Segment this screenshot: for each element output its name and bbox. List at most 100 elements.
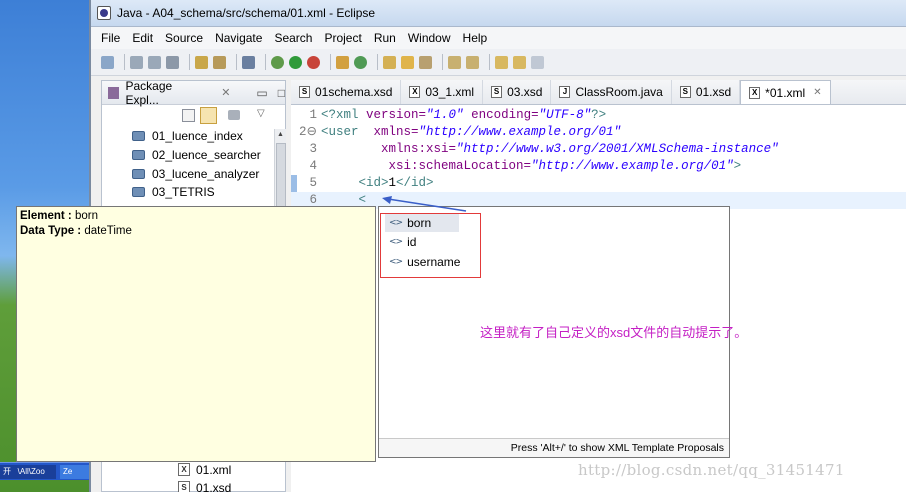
project-folder-icon bbox=[132, 186, 145, 197]
back-icon[interactable] bbox=[495, 55, 508, 69]
line-number: 5 bbox=[309, 176, 317, 190]
tab-01schema-xsd[interactable]: S 01schema.xsd bbox=[291, 80, 402, 104]
annotation-text: 这里就有了自己定义的xsd文件的自动提示了。 bbox=[480, 325, 748, 340]
tooltip-element-label: Element : bbox=[20, 210, 72, 222]
line-number: 1 bbox=[309, 108, 317, 122]
code-line: 5 <id>1</id> bbox=[291, 175, 906, 192]
toolbar-separator bbox=[377, 54, 378, 70]
tree-item-project[interactable]: 01_luence_index bbox=[132, 127, 243, 144]
prev-annotation-icon[interactable] bbox=[466, 55, 479, 69]
tree-item-project[interactable]: 03_lucene_analyzer bbox=[132, 165, 259, 182]
close-tab-icon[interactable]: ✕ bbox=[813, 87, 821, 98]
menu-file[interactable]: File bbox=[101, 31, 120, 45]
line-number: 4 bbox=[309, 159, 317, 173]
tab-03-1-xml[interactable]: X 03_1.xml bbox=[401, 80, 484, 104]
menu-help[interactable]: Help bbox=[463, 31, 488, 45]
open-type-icon[interactable] bbox=[195, 55, 208, 69]
tab-label: *01.xml bbox=[765, 85, 806, 100]
new-java-project-icon[interactable] bbox=[336, 55, 349, 69]
tab-01-xsd[interactable]: S 01.xsd bbox=[672, 80, 741, 104]
menu-project[interactable]: Project bbox=[324, 31, 361, 45]
tooltip-type-value: dateTime bbox=[81, 225, 132, 237]
project-folder-icon bbox=[132, 130, 145, 141]
toolbar-separator bbox=[330, 54, 331, 70]
package-explorer-title[interactable]: Package Expl... bbox=[125, 79, 205, 107]
line-number: 2⊖ bbox=[299, 125, 317, 139]
open-folder-icon[interactable] bbox=[383, 55, 396, 69]
line-number: 3 bbox=[309, 142, 317, 156]
link-with-editor-icon[interactable] bbox=[200, 107, 217, 124]
menu-source[interactable]: Source bbox=[165, 31, 203, 45]
view-menu-icon[interactable] bbox=[228, 110, 240, 120]
tab-03-xsd[interactable]: S 03.xsd bbox=[483, 80, 552, 104]
package-explorer-header: Package Expl... ✕ ▭ □ bbox=[102, 79, 285, 107]
external-tools-icon[interactable] bbox=[307, 55, 320, 69]
save-all-icon[interactable] bbox=[148, 55, 161, 69]
print-icon[interactable] bbox=[166, 55, 179, 69]
maximize-view-icon[interactable]: □ bbox=[278, 86, 285, 100]
taskbar-item-left[interactable]: 开 \All\Zoo bbox=[0, 465, 56, 479]
menu-navigate[interactable]: Navigate bbox=[215, 31, 262, 45]
run-icon[interactable] bbox=[289, 55, 302, 69]
menu-search[interactable]: Search bbox=[274, 31, 312, 45]
tree-item-label: 01_luence_index bbox=[152, 128, 243, 143]
package-explorer-icon bbox=[108, 86, 120, 99]
annotation-arrow bbox=[382, 196, 467, 212]
tree-item-label: 03_lucene_analyzer bbox=[152, 166, 260, 181]
project-folder-icon bbox=[132, 149, 145, 160]
close-view-icon[interactable]: ✕ bbox=[221, 86, 230, 99]
xsd-file-icon: S bbox=[299, 86, 310, 98]
editor-tabs: S 01schema.xsd X 03_1.xml S 03.xsd J ClassRo… bbox=[291, 80, 906, 105]
open-resource-icon[interactable] bbox=[213, 55, 226, 69]
taskbar-item-right[interactable]: Ze bbox=[60, 465, 90, 479]
next-annotation-icon[interactable] bbox=[448, 55, 461, 69]
xml-file-icon: X bbox=[178, 463, 190, 476]
tooltip-element-row: Element : born bbox=[20, 210, 372, 222]
menu-edit[interactable]: Edit bbox=[132, 31, 153, 45]
menu-run[interactable]: Run bbox=[374, 31, 396, 45]
highlight-box bbox=[380, 213, 481, 278]
tree-item-file[interactable]: X 01.xml bbox=[178, 461, 231, 478]
code-line: 4 xsi:schemaLocation="http://www.example… bbox=[291, 158, 906, 175]
new-icon[interactable] bbox=[101, 55, 114, 69]
tree-item-label: 03_TETRIS bbox=[152, 184, 215, 199]
scroll-up-icon[interactable]: ▲ bbox=[277, 131, 284, 138]
menu-window[interactable]: Window bbox=[408, 31, 451, 45]
collapse-all-icon[interactable] bbox=[182, 109, 195, 122]
toggle-mark-icon[interactable] bbox=[242, 55, 255, 69]
save-icon[interactable] bbox=[130, 55, 143, 69]
toolbar-separator bbox=[189, 54, 190, 70]
edit-pencil-icon[interactable] bbox=[419, 55, 432, 69]
toolbar-separator bbox=[265, 54, 266, 70]
tab-01-xml[interactable]: X *01.xml ✕ bbox=[740, 80, 831, 104]
tree-item-file[interactable]: S 01.xsd bbox=[178, 479, 231, 492]
eclipse-app-icon bbox=[97, 6, 111, 20]
back-history-icon[interactable] bbox=[513, 55, 526, 69]
tree-item-project[interactable]: 03_TETRIS bbox=[132, 183, 215, 200]
minimize-view-icon[interactable]: ▭ bbox=[256, 86, 267, 100]
xsd-file-icon: S bbox=[679, 86, 691, 98]
project-folder-icon bbox=[132, 168, 145, 179]
tab-classroom-java[interactable]: J ClassRoom.java bbox=[551, 80, 672, 104]
taskbar: 开 \All\Zoo Ze bbox=[0, 462, 92, 480]
tree-item-project[interactable]: 02_luence_searcher bbox=[132, 146, 261, 163]
tab-label: 03_1.xml bbox=[425, 85, 475, 99]
forward-icon[interactable] bbox=[531, 55, 544, 69]
menu-bar: File Edit Source Navigate Search Project… bbox=[91, 27, 906, 49]
new-class-icon[interactable] bbox=[354, 55, 367, 69]
xsd-file-icon: S bbox=[491, 86, 503, 98]
xsd-file-icon: S bbox=[178, 481, 190, 492]
open-project-icon[interactable] bbox=[401, 55, 414, 69]
code-line: 2⊖ <user xmlns="http://www.example.org/01… bbox=[291, 124, 906, 141]
tree-item-label: 02_luence_searcher bbox=[152, 147, 261, 162]
chevron-down-icon[interactable]: ▽ bbox=[257, 108, 265, 119]
debug-icon[interactable] bbox=[271, 55, 284, 69]
tab-label: 01schema.xsd bbox=[315, 85, 393, 99]
tree-item-label: 01.xsd bbox=[196, 480, 232, 492]
code-line: 1 <?xml version="1.0" encoding="UTF-8"?> bbox=[291, 107, 906, 124]
tooltip-element-value: born bbox=[71, 210, 98, 222]
xml-file-icon: X bbox=[749, 86, 761, 99]
element-info-tooltip: Element : born Data Type : dateTime bbox=[16, 206, 376, 462]
tab-label: ClassRoom.java bbox=[575, 85, 663, 99]
tab-label: 01.xsd bbox=[695, 85, 732, 99]
